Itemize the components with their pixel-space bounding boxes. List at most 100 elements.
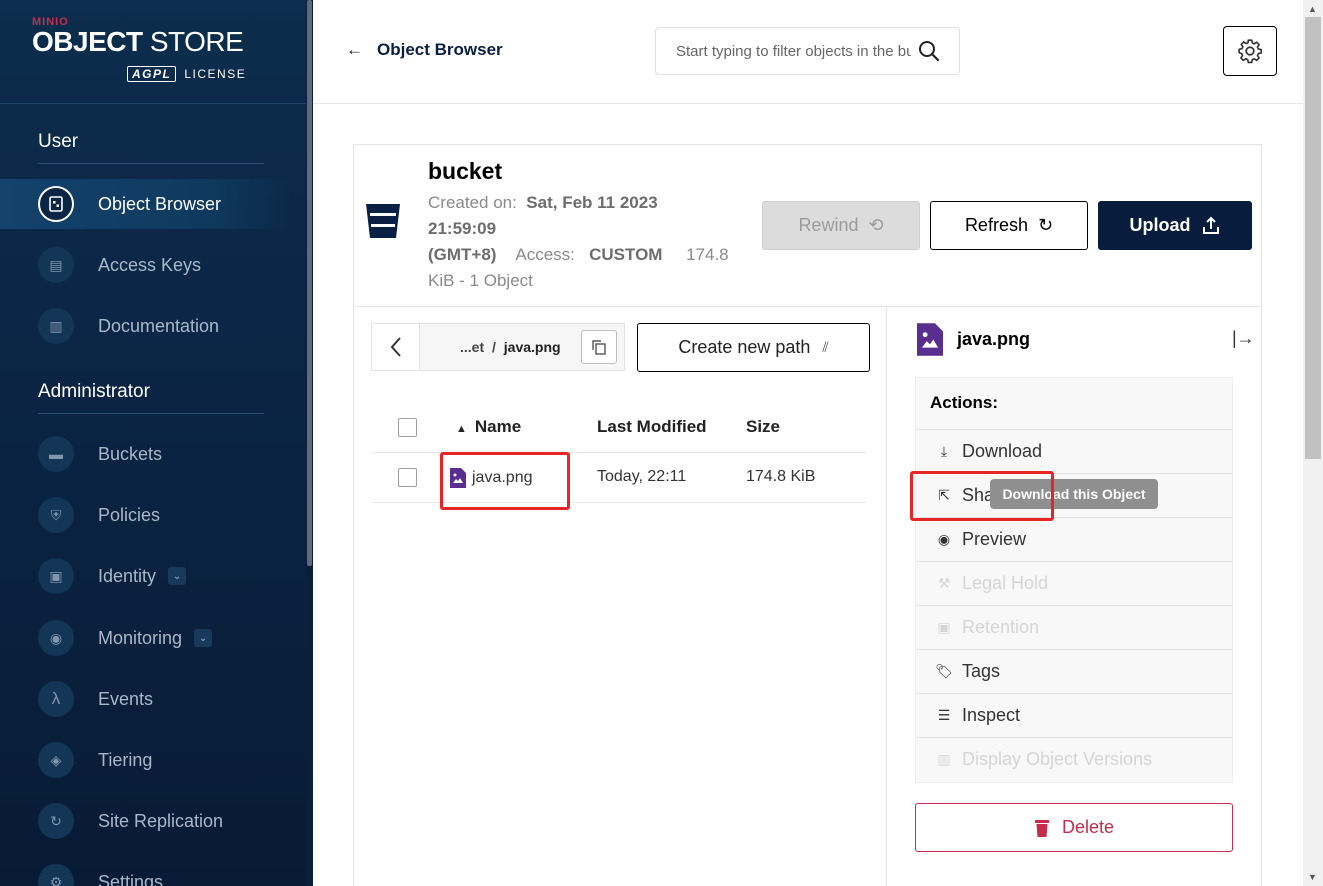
bucket-name: bucket [428,158,503,184]
sidebar-item-label: Policies [98,504,161,525]
minio-logo[interactable]: MINIO OBJECT STORE AGPL LICENSE [32,16,272,86]
page-scrollbar[interactable]: ▲ ▼ [1303,0,1323,886]
sidebar-item-label: Identity [98,565,157,586]
page-scrollbar-thumb[interactable] [1305,17,1321,459]
action-download[interactable]: ⤓ Download [916,429,1232,473]
search-input[interactable] [676,42,911,60]
object-browser-icon [38,186,74,222]
document-icon: ▥ [38,308,74,344]
sidebar-item-label: Monitoring [98,627,183,648]
sidebar-item-site-replication[interactable]: ↻ Site Replication [38,796,288,846]
sidebar-divider [0,103,306,104]
action-inspect[interactable]: ☰ Inspect [916,693,1232,737]
delete-button[interactable]: Delete [915,803,1233,852]
bucket-meta: Created on: Sat, Feb 11 2023 21:59:09 (G… [428,193,729,290]
sidebar-scrollbar-thumb[interactable] [307,0,312,566]
sidebar-item-tiering[interactable]: ◈ Tiering [38,735,288,785]
back-to-object-browser[interactable]: ← Object Browser [346,40,503,60]
object-actions: Actions: ⤓ Download ⇱ Share ◉ Preview ⚒ Lega… [915,377,1233,783]
sidebar-item-label: Site Replication [98,810,224,831]
sidebar-item-label: Access Keys [98,254,202,275]
sidebar-item-label: Documentation [98,315,220,336]
download-icon: ⤓ [940,443,948,459]
column-header-size[interactable]: Size [746,417,780,437]
chevron-down-icon[interactable]: ⌄ [194,629,213,647]
bucket-icon [366,204,400,238]
logo-license: AGPL LICENSE [127,66,246,82]
table-row-size: 174.8 KiB [746,468,816,485]
key-icon: ▤ [38,247,74,283]
column-header-name[interactable]: ▲ Name [456,417,521,437]
sidebar-item-identity[interactable]: ▣ Identity ⌄ [38,551,288,601]
card-header-divider [354,306,1261,307]
bucket-icon: ▬ [38,436,74,472]
sidebar-item-monitoring[interactable]: ◉ Monitoring ⌄ [38,613,288,663]
sidebar-item-object-browser[interactable]: Object Browser [0,179,290,229]
breadcrumb-back-button[interactable] [372,324,420,370]
eye-icon: ◉ [937,531,951,547]
section-divider [38,163,264,164]
breadcrumb-file: java.png [503,339,561,355]
gear-icon [1238,39,1262,64]
chevron-down-icon[interactable]: ⌄ [168,567,187,585]
sidebar-item-label: Object Browser [98,193,222,214]
rewind-button[interactable]: Rewind ⟲ [762,201,920,250]
select-all-checkbox[interactable] [398,418,417,437]
sidebar-item-policies[interactable]: ⛨ Policies [38,490,288,540]
arrow-left-icon: ← [346,40,363,59]
copy-icon [592,340,606,355]
history-icon: ⟲ [868,215,884,235]
tag-icon: 🏷︎ [935,663,953,679]
action-display-object-versions: ▥ Display Object Versions [916,737,1232,781]
sidebar-item-access-keys[interactable]: ▤ Access Keys [38,240,288,290]
sidebar: MINIO OBJECT STORE AGPL LICENSE User Obj… [0,0,306,886]
search-icon[interactable] [917,39,941,63]
breadcrumb-separator: / [492,339,496,355]
sidebar-item-label: Settings [98,871,164,886]
row-checkbox[interactable] [398,468,417,487]
sidebar-item-documentation[interactable]: ▥ Documentation [38,301,288,351]
sort-ascending-icon: ▲ [456,423,467,435]
breadcrumb-path: ...et / java.png [460,339,561,355]
action-tags[interactable]: 🏷︎ Tags [916,649,1232,693]
page-title: Object Browser [377,40,503,59]
action-legal-hold: ⚒ Legal Hold [916,561,1232,605]
retention-icon: ▣ [937,619,951,635]
sidebar-item-label: Tiering [98,749,153,770]
create-new-path-button[interactable]: Create new path ⫽ [637,323,870,372]
sidebar-item-label: Buckets [98,443,163,464]
panel-divider [886,307,887,886]
section-divider [38,413,264,414]
highlight-box-file [440,452,570,510]
object-panel-title: java.png [917,323,1030,356]
action-preview[interactable]: ◉ Preview [916,517,1232,561]
column-header-last-modified[interactable]: Last Modified [597,417,707,437]
chevron-left-icon [390,337,401,357]
sidebar-item-settings[interactable]: ⚙ Settings [38,857,288,886]
scroll-down-icon[interactable]: ▼ [1308,872,1317,882]
filter-search-box[interactable] [655,27,960,75]
close-panel-icon[interactable]: |→ [1232,328,1255,349]
logo-title: OBJECT STORE [32,26,244,57]
sidebar-item-buckets[interactable]: ▬ Buckets [38,429,288,479]
lambda-icon: λ [38,681,74,717]
shield-icon: ⛨ [38,497,74,533]
object-file-name: java.png [957,329,1031,349]
actions-title: Actions: [930,393,998,412]
image-file-icon [917,323,943,356]
sidebar-item-label: Events [98,688,154,709]
refresh-button[interactable]: Refresh ↻ [930,201,1088,250]
section-title-administrator: Administrator [38,381,150,402]
versions-icon: ▥ [937,751,951,767]
scroll-up-icon[interactable]: ▲ [1308,4,1317,14]
sidebar-scrollbar[interactable] [306,0,313,886]
sidebar-item-events[interactable]: λ Events [38,674,288,724]
upload-icon [1202,216,1219,234]
settings-button[interactable] [1223,26,1277,76]
upload-button[interactable]: Upload [1098,201,1252,250]
breadcrumb-prefix[interactable]: ...et [460,339,484,355]
section-title-user: User [38,131,79,152]
inspect-icon: ☰ [937,707,951,723]
replication-icon: ↻ [38,803,74,839]
copy-path-button[interactable] [581,330,617,364]
